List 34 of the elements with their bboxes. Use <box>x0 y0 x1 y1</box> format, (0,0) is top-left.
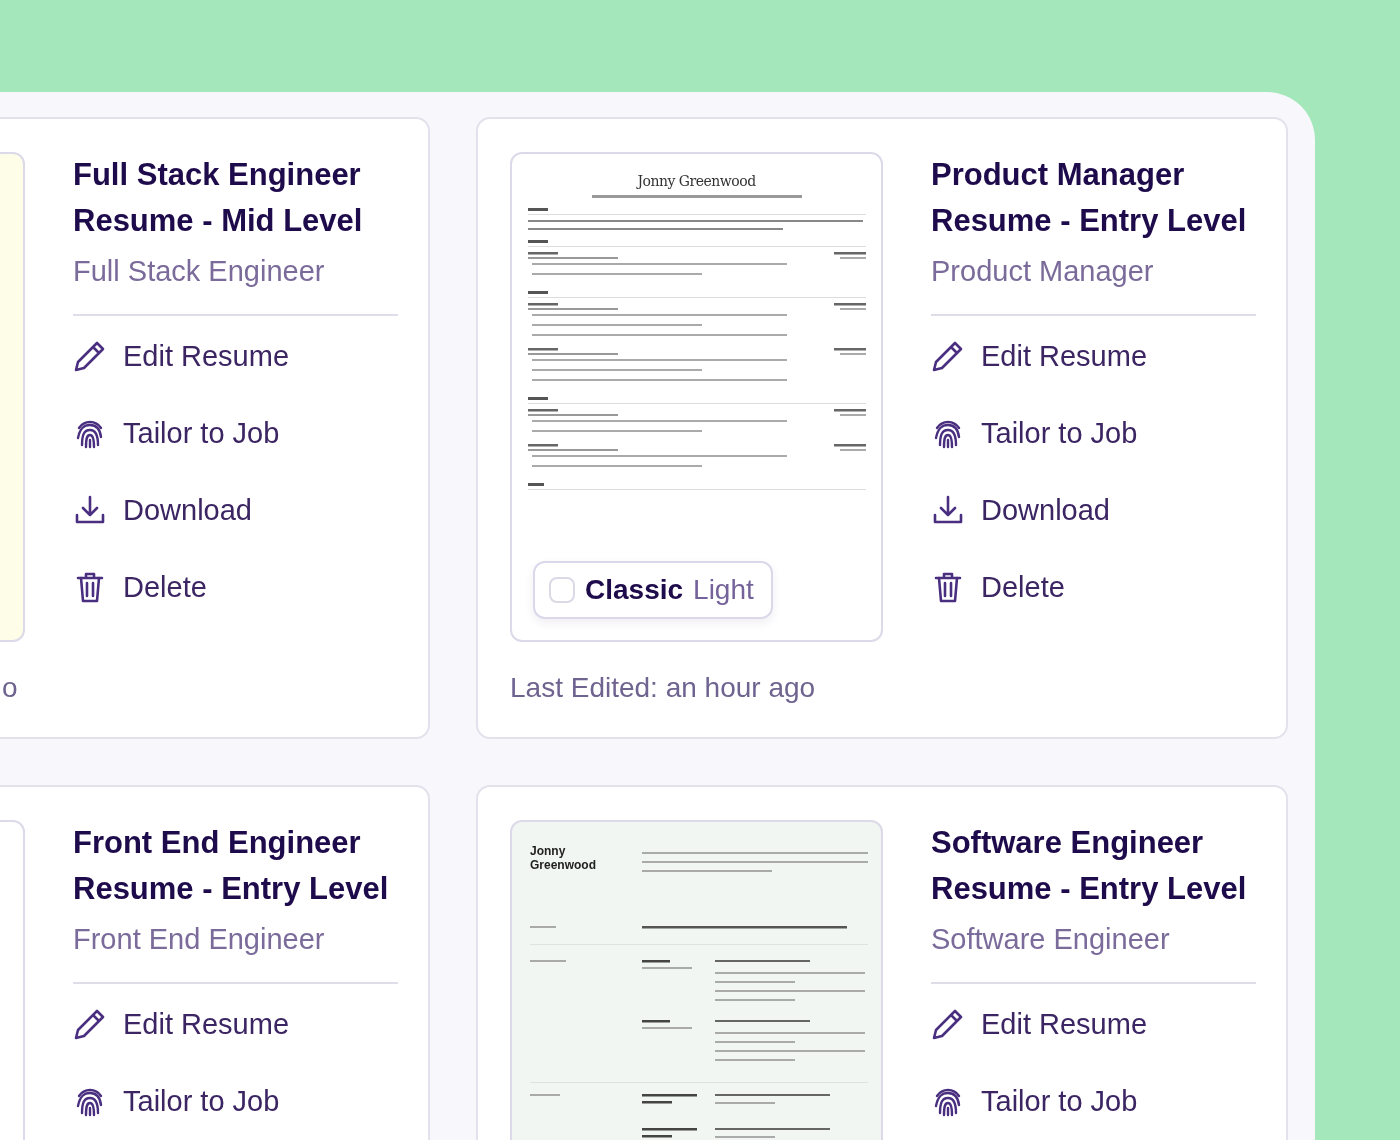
tailor-action[interactable]: Tailor to Job <box>931 410 1138 456</box>
last-edited: o <box>2 672 19 704</box>
resume-preview[interactable]: Jonny Greenwood Classic Light <box>510 152 883 642</box>
resume-title: Front End Engineer Resume - Entry Level <box>73 824 390 908</box>
edit-action[interactable]: Edit Resume <box>931 1001 1147 1047</box>
pencil-icon <box>73 1007 107 1041</box>
tailor-action[interactable]: Tailor to Job <box>73 410 280 456</box>
edit-action[interactable]: Edit Resume <box>73 1001 289 1047</box>
edit-action[interactable]: Edit Resume <box>931 333 1147 379</box>
download-action[interactable]: Download <box>73 487 252 533</box>
resume-name: Jonny Greenwood <box>530 844 597 872</box>
delete-action[interactable]: Delete <box>73 564 207 610</box>
last-edited: Last Edited: an hour ago <box>510 672 817 704</box>
tailor-action[interactable]: Tailor to Job <box>931 1078 1138 1124</box>
resume-title: Software Engineer Resume - Entry Level <box>931 824 1248 908</box>
pencil-icon <box>931 1007 965 1041</box>
resume-title: Product Manager Resume - Entry Level <box>931 156 1248 240</box>
job-title: Software Engineer <box>931 922 1171 957</box>
tailor-action[interactable]: Tailor to Job <box>73 1078 280 1124</box>
checkbox[interactable] <box>549 577 575 603</box>
delete-action[interactable]: Delete <box>931 564 1065 610</box>
template-name: Classic <box>585 574 684 606</box>
template-badge[interactable]: Classic Light <box>533 561 773 619</box>
job-title: Front End Engineer <box>73 922 326 957</box>
job-title: Full Stack Engineer <box>73 254 326 289</box>
resume-preview[interactable]: Jonny Greenwood <box>510 820 883 1140</box>
job-title: Product Manager <box>931 254 1155 289</box>
download-action[interactable]: Download <box>931 487 1110 533</box>
template-variant: Light <box>693 574 754 606</box>
edit-action[interactable]: Edit Resume <box>73 333 289 379</box>
resume-name: Jonny Greenwood <box>637 172 756 190</box>
resume-title: Full Stack Engineer Resume - Mid Level <box>73 156 364 240</box>
pencil-icon <box>931 339 965 373</box>
pencil-icon <box>73 339 107 373</box>
